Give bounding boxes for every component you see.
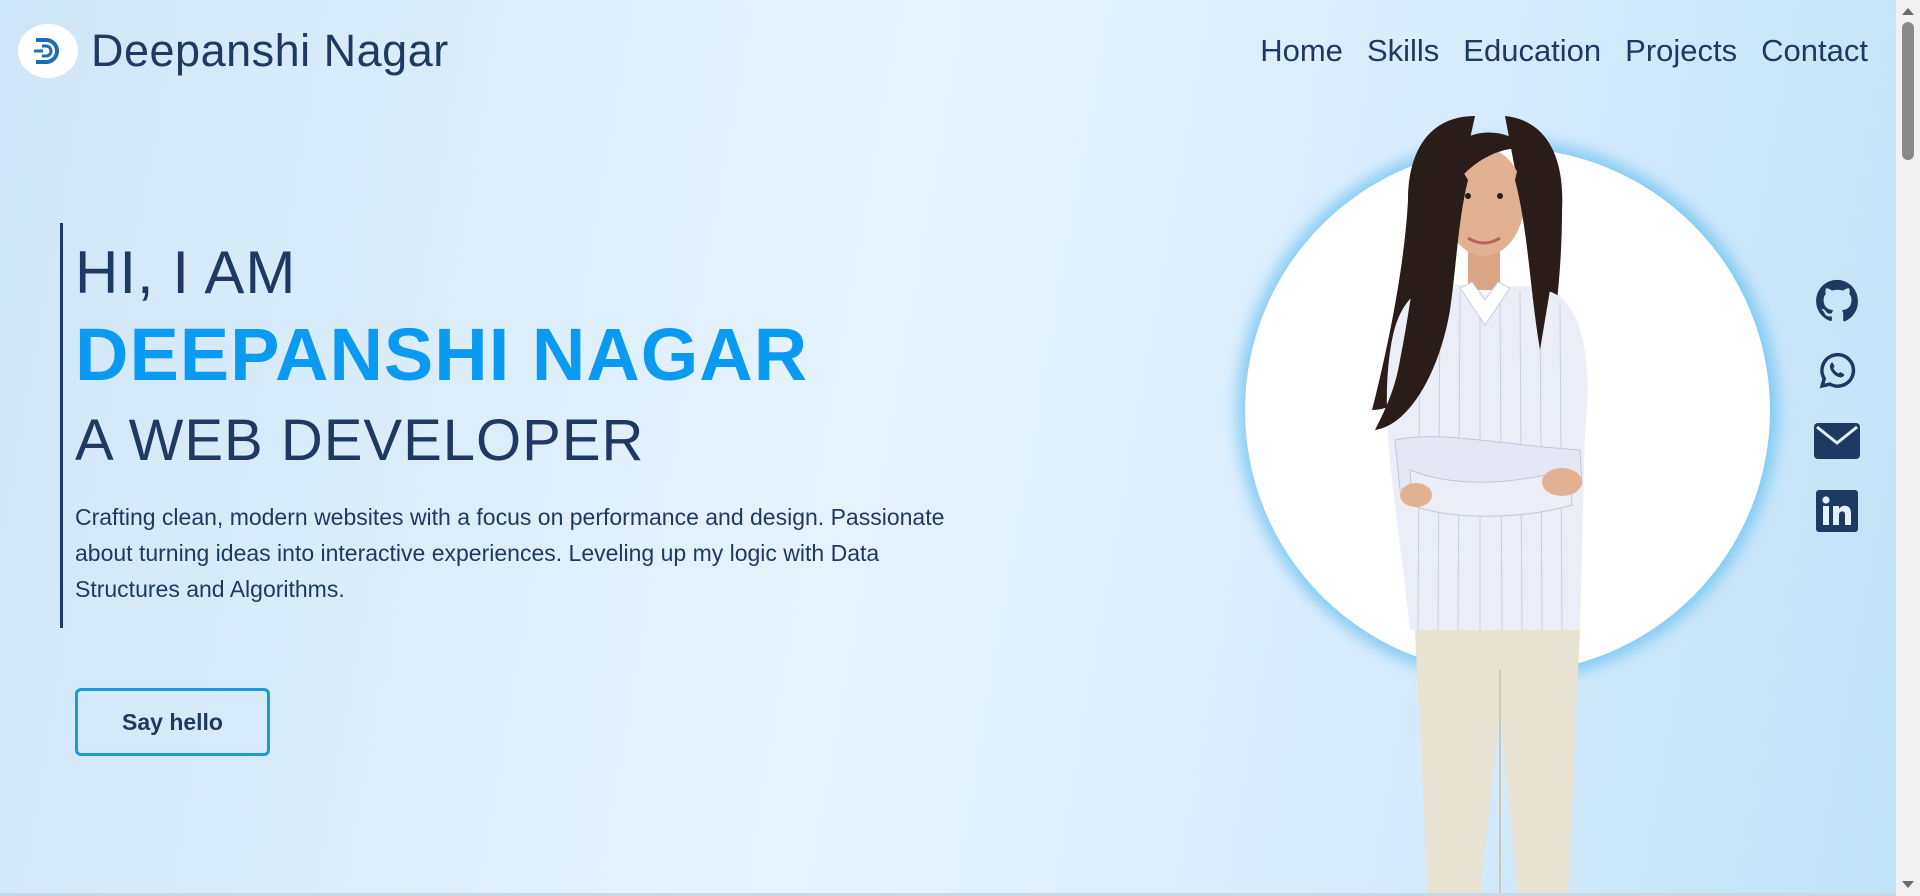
main-nav: Home Skills Education Projects Contact — [1260, 33, 1868, 69]
github-icon[interactable] — [1814, 278, 1860, 324]
linkedin-icon[interactable] — [1814, 488, 1860, 534]
nav-skills[interactable]: Skills — [1367, 33, 1439, 69]
hero-role: A WEB DEVELOPER — [75, 407, 645, 473]
hero-name: DEEPANSHI NAGAR — [75, 313, 809, 396]
nav-education[interactable]: Education — [1463, 33, 1601, 69]
nav-home[interactable]: Home — [1260, 33, 1343, 69]
profile-photo — [1300, 110, 1620, 896]
brand[interactable]: Deepanshi Nagar — [18, 24, 449, 78]
hero-accent-bar — [60, 223, 63, 628]
hero-section: HI, I AM DEEPANSHI NAGAR A WEB DEVELOPER… — [60, 223, 980, 628]
social-links — [1814, 278, 1860, 534]
nav-contact[interactable]: Contact — [1761, 33, 1868, 69]
d-monogram-logo-icon[interactable] — [18, 24, 78, 78]
scroll-up-arrow-icon[interactable] — [1902, 8, 1914, 15]
scroll-down-arrow-icon[interactable] — [1902, 881, 1914, 888]
email-icon[interactable] — [1814, 418, 1860, 464]
hero-content: HI, I AM DEEPANSHI NAGAR A WEB DEVELOPER… — [75, 237, 975, 607]
brand-name[interactable]: Deepanshi Nagar — [91, 25, 449, 77]
nav-projects[interactable]: Projects — [1625, 33, 1737, 69]
say-hello-button[interactable]: Say hello — [75, 688, 270, 756]
hero-greeting: HI, I AM — [75, 239, 297, 306]
hero-description: Crafting clean, modern websites with a f… — [75, 504, 945, 603]
scrollbar-thumb[interactable] — [1902, 22, 1914, 160]
scrollbar[interactable] — [1896, 0, 1920, 896]
whatsapp-icon[interactable] — [1814, 348, 1860, 394]
site-header: Deepanshi Nagar Home Skills Education Pr… — [0, 0, 1896, 102]
